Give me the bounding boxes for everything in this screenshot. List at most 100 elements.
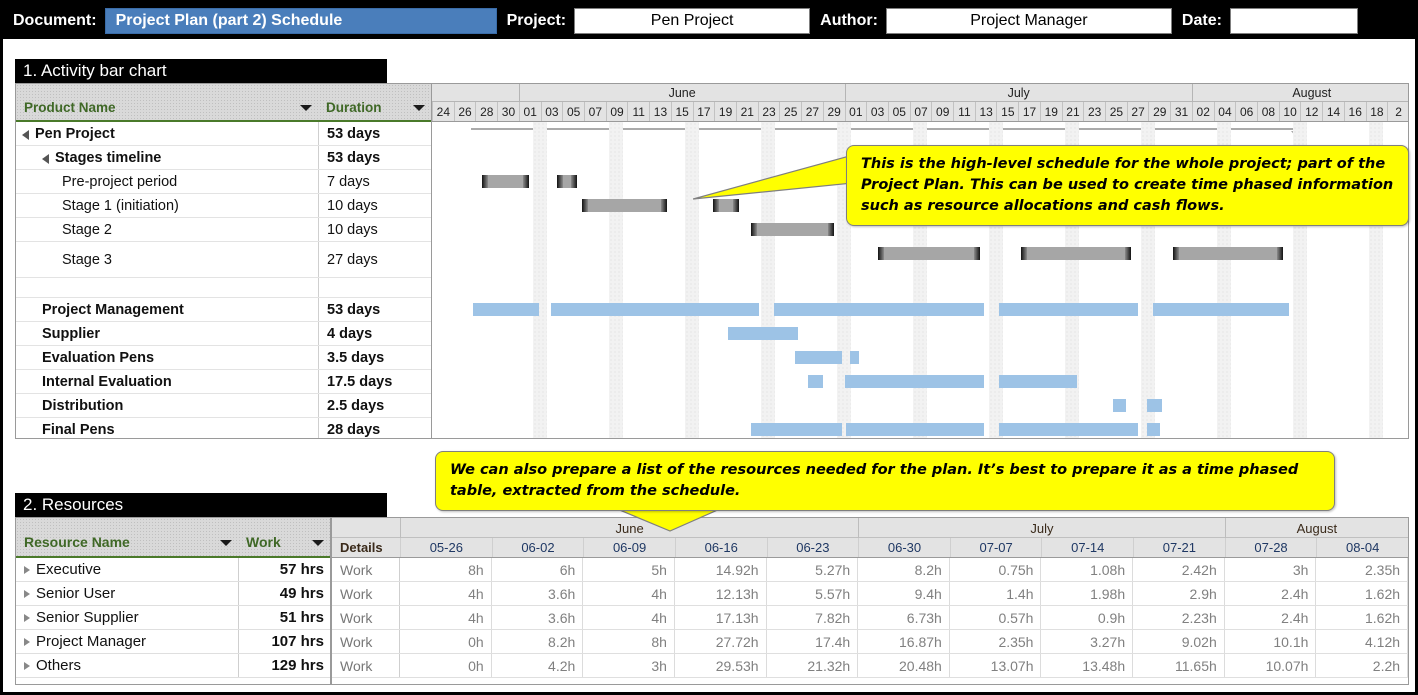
chevron-down-icon[interactable]: [312, 540, 324, 546]
resource-work-cell: 0.9h: [1041, 606, 1133, 629]
table-row[interactable]: Executive57 hrs: [16, 558, 330, 582]
table-row[interactable]: Work0h4.2h3h29.53h21.32h20.48h13.07h13.4…: [332, 654, 1408, 678]
resource-work-cell: 8h: [583, 630, 675, 653]
gantt-task-bar[interactable]: [774, 303, 984, 316]
timeline-day-tick: 23: [1083, 102, 1105, 121]
timeline-day-tick: 29: [1148, 102, 1170, 121]
column-header-product-name[interactable]: Product Name: [16, 84, 318, 120]
chevron-down-icon[interactable]: [300, 105, 312, 111]
gantt-summary-bar[interactable]: [1173, 247, 1283, 260]
table-row[interactable]: Pre-project period7 days: [16, 170, 431, 194]
timeline-month-label: June: [519, 84, 845, 102]
table-row[interactable]: Internal Evaluation17.5 days: [16, 370, 431, 394]
gantt-timeline: JuneJulyAugust 2426283001030507091113151…: [432, 84, 1408, 438]
expand-triangle-icon[interactable]: [24, 638, 30, 646]
gantt-task-bar[interactable]: [999, 303, 1139, 316]
gantt-row-duration: 3.5 days: [318, 346, 431, 369]
resource-work-cell: 3.6h: [492, 582, 584, 605]
gantt-summary-bar[interactable]: [557, 175, 577, 188]
section-1-title: 1. Activity bar chart: [15, 59, 387, 83]
gantt-task-bar[interactable]: [551, 303, 759, 316]
table-row[interactable]: Stage 1 (initiation)10 days: [16, 194, 431, 218]
column-header-duration[interactable]: Duration: [318, 84, 431, 120]
gantt-summary-bar[interactable]: [1021, 247, 1131, 260]
timeline-day-tick: 24: [432, 102, 454, 121]
expand-triangle-icon[interactable]: [24, 662, 30, 670]
gantt-summary-bar[interactable]: [582, 199, 668, 212]
author-name-field[interactable]: Project Manager: [886, 8, 1172, 34]
resource-work-cell: 9.4h: [858, 582, 950, 605]
resource-work-cell: 3h: [1225, 558, 1317, 581]
gantt-task-bar[interactable]: [1147, 423, 1160, 436]
resource-name-cell: Senior Supplier: [16, 606, 238, 629]
table-row[interactable]: Work4h3.6h4h17.13h7.82h6.73h0.57h0.9h2.2…: [332, 606, 1408, 630]
document-header-bar: Document: Project Plan (part 2) Schedule…: [3, 3, 1415, 39]
resources-week-label: 06-30: [858, 538, 950, 557]
expand-triangle-icon[interactable]: [24, 566, 30, 574]
gantt-summary-bar[interactable]: [482, 175, 529, 188]
resource-details-cell: Work: [332, 654, 400, 677]
gantt-task-bar[interactable]: [751, 423, 843, 436]
document-title-field[interactable]: Project Plan (part 2) Schedule: [105, 8, 497, 34]
callout-2-text: We can also prepare a list of the resour…: [450, 462, 1298, 499]
timeline-day-tick: 14: [1322, 102, 1344, 121]
table-row[interactable]: Work0h8.2h8h27.72h17.4h16.87h2.35h3.27h9…: [332, 630, 1408, 654]
gantt-row-name: Stage 2: [16, 218, 318, 241]
resource-work-cell: 4.12h: [1316, 630, 1408, 653]
table-row[interactable]: Stage 210 days: [16, 218, 431, 242]
collapse-triangle-icon[interactable]: [22, 130, 29, 140]
table-row[interactable]: Project Manager107 hrs: [16, 630, 330, 654]
gantt-task-bar[interactable]: [473, 303, 539, 316]
gantt-summary-bar[interactable]: [878, 247, 980, 260]
resources-table-header: Resource Name Work: [16, 518, 330, 558]
resource-work-cell: 3.6h: [492, 606, 584, 629]
project-name-field[interactable]: Pen Project: [574, 8, 810, 34]
table-row[interactable]: Supplier4 days: [16, 322, 431, 346]
gantt-task-bar[interactable]: [1153, 303, 1289, 316]
gantt-row-spacer: [16, 278, 431, 298]
table-row[interactable]: Stage 327 days: [16, 242, 431, 278]
resource-work-cell: 8.2h: [492, 630, 584, 653]
expand-triangle-icon[interactable]: [24, 614, 30, 622]
resource-work-cell: 2.42h: [1133, 558, 1225, 581]
resources-week-label: 06-09: [583, 538, 675, 557]
timeline-day-tick: 02: [1192, 102, 1214, 121]
table-row[interactable]: Senior User49 hrs: [16, 582, 330, 606]
date-field[interactable]: [1230, 8, 1358, 34]
chevron-down-icon[interactable]: [220, 540, 232, 546]
table-row[interactable]: Distribution2.5 days: [16, 394, 431, 418]
gantt-task-bar[interactable]: [999, 375, 1077, 388]
gantt-row-name-label: Internal Evaluation: [42, 374, 172, 390]
table-row[interactable]: Stages timeline53 days: [16, 146, 431, 170]
gantt-row-name: Pen Project: [16, 122, 318, 145]
gantt-task-bar[interactable]: [728, 327, 798, 340]
gantt-summary-bar[interactable]: [751, 223, 835, 236]
gantt-task-bar[interactable]: [1113, 399, 1126, 412]
table-row[interactable]: Senior Supplier51 hrs: [16, 606, 330, 630]
gantt-task-bar[interactable]: [846, 423, 984, 436]
table-row[interactable]: Final Pens28 days: [16, 418, 431, 439]
gantt-task-bar[interactable]: [999, 423, 1139, 436]
gantt-task-bar[interactable]: [1147, 399, 1162, 412]
gantt-task-bar[interactable]: [795, 351, 842, 364]
table-row[interactable]: Work4h3.6h4h12.13h5.57h9.4h1.4h1.98h2.9h…: [332, 582, 1408, 606]
timeline-day-tick: 11: [953, 102, 975, 121]
table-row[interactable]: Work8h6h5h14.92h5.27h8.2h0.75h1.08h2.42h…: [332, 558, 1408, 582]
gantt-task-bar[interactable]: [808, 375, 823, 388]
timeline-day-tick: 18: [1366, 102, 1388, 121]
gantt-row-duration: 4 days: [318, 322, 431, 345]
table-row[interactable]: Others129 hrs: [16, 654, 330, 678]
column-header-work[interactable]: Work: [238, 518, 330, 556]
collapse-triangle-icon[interactable]: [42, 154, 49, 164]
chevron-down-icon[interactable]: [413, 105, 425, 111]
resources-name-table: Resource Name Work Executive57 hrsSenior…: [16, 518, 332, 684]
column-header-resource-name[interactable]: Resource Name: [16, 518, 238, 556]
callout-resources-note: We can also prepare a list of the resour…: [435, 451, 1335, 511]
expand-triangle-icon[interactable]: [24, 590, 30, 598]
gantt-task-bar[interactable]: [845, 375, 984, 388]
table-row[interactable]: Project Management53 days: [16, 298, 431, 322]
table-row[interactable]: Evaluation Pens3.5 days: [16, 346, 431, 370]
resource-work-cell: 13.48h: [1041, 654, 1133, 677]
gantt-task-bar[interactable]: [850, 351, 859, 364]
table-row[interactable]: Pen Project53 days: [16, 122, 431, 146]
